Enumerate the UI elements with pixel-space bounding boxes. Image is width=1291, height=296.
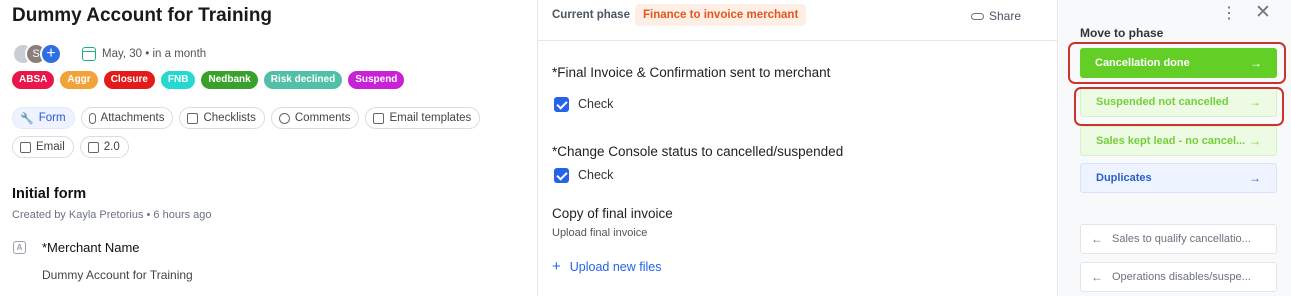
- text-field-icon: A: [13, 241, 26, 254]
- label-tag[interactable]: ABSA: [12, 71, 55, 89]
- tab-checklists[interactable]: Checklists: [179, 107, 265, 129]
- phase-button-label: Sales kept lead - no cancel...: [1096, 135, 1246, 147]
- share-label: Share: [988, 9, 1021, 23]
- attachment-field-help: Upload final invoice: [552, 227, 648, 239]
- tab-email-templates[interactable]: Email templates: [365, 107, 481, 129]
- checkbox[interactable]: [554, 97, 569, 112]
- current-phase-panel: Current phase Finance to invoice merchan…: [537, 0, 1058, 296]
- tab-label: Checklists: [203, 112, 256, 124]
- calendar-icon: [82, 47, 96, 61]
- highlight-annotation: [1068, 42, 1286, 84]
- move-back-sales-to-qualify-button[interactable]: ← Sales to qualify cancellatio...: [1080, 224, 1277, 254]
- form-subtitle: Created by Kayla Pretorius • 6 hours ago: [12, 209, 212, 221]
- due-date-text: May, 30 • in a month: [102, 48, 207, 60]
- label-list: ABSA Aggr Closure FNB Nedbank Risk decli…: [12, 71, 405, 89]
- tab-label: Comments: [294, 112, 351, 124]
- card-tabs: 🔧 Form Attachments Checklists Comments E…: [12, 107, 512, 158]
- arrow-left-icon: ←: [1091, 270, 1103, 284]
- label-tag[interactable]: Aggr: [60, 71, 98, 89]
- comment-icon: [278, 112, 290, 124]
- assignees[interactable]: S +: [12, 43, 72, 65]
- card-title[interactable]: Dummy Account for Training: [12, 5, 272, 27]
- add-assignee-icon[interactable]: +: [40, 43, 62, 65]
- tab-label: Email: [36, 141, 65, 153]
- field-label: *Merchant Name: [42, 240, 140, 255]
- move-duplicates-button[interactable]: Duplicates →: [1080, 163, 1277, 193]
- current-phase-badge: Finance to invoice merchant: [635, 4, 807, 26]
- tab-comments[interactable]: Comments: [270, 107, 360, 129]
- upload-label: Upload new files: [569, 259, 662, 274]
- tab-label: Attachments: [100, 112, 165, 124]
- paperclip-icon: [88, 112, 96, 124]
- checkbox-label[interactable]: Check: [578, 97, 613, 111]
- label-tag[interactable]: Risk declined: [263, 71, 343, 89]
- label-tag[interactable]: Suspend: [348, 71, 405, 89]
- arrow-right-icon: →: [1249, 171, 1261, 185]
- label-tag[interactable]: Nedbank: [201, 71, 258, 89]
- plus-icon: +: [552, 258, 561, 275]
- highlight-annotation: [1074, 87, 1284, 126]
- phase-button-label: Sales to qualify cancellatio...: [1112, 233, 1251, 245]
- arrow-right-icon: →: [1249, 134, 1261, 148]
- form-title: Initial form: [12, 186, 87, 202]
- due-date[interactable]: May, 30 • in a month: [82, 47, 206, 61]
- attachment-field-title: Copy of final invoice: [552, 206, 673, 221]
- mail-icon: [20, 141, 31, 153]
- move-back-operations-button[interactable]: ← Operations disables/suspe...: [1080, 262, 1277, 292]
- tab-connections[interactable]: 2.0: [79, 136, 129, 158]
- tab-label: 2.0: [103, 141, 120, 153]
- label-tag[interactable]: FNB: [160, 71, 196, 89]
- phase-header: Current phase Finance to invoice merchan…: [538, 0, 1057, 41]
- checkbox-label[interactable]: Check: [578, 168, 613, 182]
- link-icon: [970, 12, 984, 20]
- upload-files-button[interactable]: + Upload new files: [552, 259, 661, 274]
- tab-label: Form: [38, 112, 66, 124]
- tab-email[interactable]: Email: [12, 136, 74, 158]
- share-button[interactable]: Share: [970, 9, 1021, 23]
- card-detail-panel: Dummy Account for Training S + May, 30 •…: [0, 0, 537, 296]
- move-to-phase-title: Move to phase: [1080, 26, 1164, 40]
- connections-icon: [87, 141, 99, 153]
- move-sales-kept-lead-button[interactable]: Sales kept lead - no cancel... →: [1080, 126, 1277, 156]
- more-options-icon[interactable]: ⋮: [1221, 3, 1237, 23]
- tab-attachments[interactable]: Attachments: [80, 107, 174, 129]
- mail-template-icon: [373, 112, 385, 124]
- merchant-name-field[interactable]: Dummy Account for Training: [42, 268, 193, 282]
- arrow-left-icon: ←: [1091, 232, 1103, 246]
- checklist-title: *Final Invoice & Confirmation sent to me…: [552, 65, 831, 80]
- phase-button-label: Operations disables/suspe...: [1112, 271, 1251, 283]
- checklist-icon: [187, 112, 199, 124]
- tab-form[interactable]: 🔧 Form: [12, 107, 75, 129]
- move-phase-panel: ⋮ ✕ Move to phase Cancellation done → Su…: [1059, 0, 1291, 296]
- close-icon[interactable]: ✕: [1255, 1, 1271, 24]
- tab-label: Email templates: [389, 112, 472, 124]
- phase-button-label: Duplicates: [1096, 172, 1152, 184]
- current-phase-label: Current phase: [552, 9, 630, 21]
- wrench-icon: 🔧: [20, 112, 34, 125]
- label-tag[interactable]: Closure: [103, 71, 155, 89]
- checkbox[interactable]: [554, 168, 569, 183]
- checklist-title: *Change Console status to cancelled/susp…: [552, 144, 844, 159]
